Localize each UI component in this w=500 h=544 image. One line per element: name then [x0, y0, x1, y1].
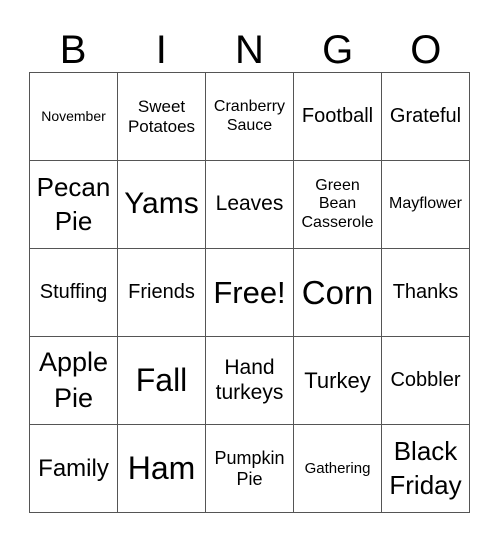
bingo-cell[interactable]: Turkey — [294, 337, 382, 425]
bingo-cell[interactable]: Green Bean Casserole — [294, 161, 382, 249]
cell-label: Cranberry Sauce — [213, 98, 286, 134]
bingo-cell[interactable]: Apple Pie — [30, 337, 118, 425]
cell-label: Corn — [301, 273, 374, 311]
cell-label: Pecan Pie — [36, 171, 111, 236]
bingo-cell[interactable]: Corn — [294, 249, 382, 337]
header-letter-o: O — [410, 28, 442, 72]
bingo-cell[interactable]: Mayflower — [382, 161, 470, 249]
bingo-cell[interactable]: Yams — [118, 161, 206, 249]
cell-label: Family — [38, 454, 109, 482]
cell-label: Grateful — [389, 105, 462, 127]
cell-label: Fall — [135, 362, 188, 399]
cell-label: Gathering — [304, 459, 371, 477]
cell-label: Friends — [128, 281, 195, 303]
cell-label: Thanks — [392, 281, 459, 303]
cell-label: Yams — [124, 187, 199, 221]
cell-label: Turkey — [304, 367, 371, 393]
cell-label: Football — [301, 105, 374, 127]
cell-label: Ham — [127, 450, 196, 487]
bingo-header: B I N G O — [29, 28, 470, 72]
header-letter-n: N — [235, 28, 264, 72]
bingo-card-grid: November Sweet Potatoes Cranberry Sauce … — [29, 72, 470, 513]
cell-label: Green Bean Casserole — [301, 176, 374, 231]
bingo-cell[interactable]: Ham — [118, 425, 206, 513]
cell-label: November — [41, 108, 106, 125]
cell-label: Leaves — [215, 192, 284, 216]
header-letter-b: B — [59, 28, 87, 72]
bingo-cell[interactable]: Fall — [118, 337, 206, 425]
cell-label: Cobbler — [390, 369, 461, 391]
cell-label: Free! — [213, 274, 286, 310]
bingo-cell[interactable]: Stuffing — [30, 249, 118, 337]
cell-label: Stuffing — [39, 281, 108, 303]
header-letter-g: G — [322, 28, 354, 72]
bingo-cell[interactable]: Friends — [118, 249, 206, 337]
bingo-cell[interactable]: Pecan Pie — [30, 161, 118, 249]
cell-label: Hand turkeys — [215, 356, 284, 404]
bingo-cell[interactable]: Cobbler — [382, 337, 470, 425]
cell-label: Mayflower — [389, 195, 462, 213]
cell-label: Black Friday — [389, 435, 462, 500]
cell-label: Apple Pie — [38, 347, 109, 413]
bingo-cell[interactable]: Cranberry Sauce — [206, 73, 294, 161]
bingo-cell[interactable]: Gathering — [294, 425, 382, 513]
cell-label: Sweet Potatoes — [127, 96, 196, 136]
header-letter-i: I — [155, 28, 167, 72]
bingo-cell[interactable]: Sweet Potatoes — [118, 73, 206, 161]
bingo-cell[interactable]: Black Friday — [382, 425, 470, 513]
bingo-cell[interactable]: Hand turkeys — [206, 337, 294, 425]
cell-label: Pumpkin Pie — [214, 447, 285, 489]
free-space-cell[interactable]: Free! — [206, 249, 294, 337]
bingo-cell[interactable]: November — [30, 73, 118, 161]
bingo-cell[interactable]: Leaves — [206, 161, 294, 249]
bingo-cell[interactable]: Thanks — [382, 249, 470, 337]
bingo-cell[interactable]: Family — [30, 425, 118, 513]
bingo-cell[interactable]: Football — [294, 73, 382, 161]
bingo-cell[interactable]: Pumpkin Pie — [206, 425, 294, 513]
bingo-cell[interactable]: Grateful — [382, 73, 470, 161]
